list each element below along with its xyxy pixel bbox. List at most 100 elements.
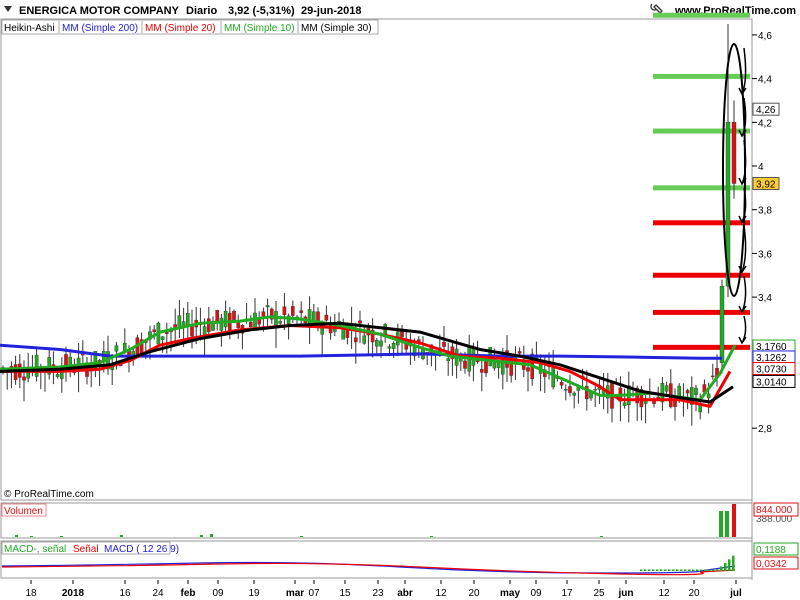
x-tick-label: 09 — [530, 588, 542, 599]
x-tick-label: 2018 — [62, 588, 85, 599]
x-tick-label: 16 — [119, 588, 131, 599]
y-tick-label: 4 — [758, 162, 764, 173]
candle-body — [564, 389, 568, 391]
band-line — [653, 220, 750, 226]
main-pane-frame — [0, 18, 753, 501]
company-name: ENERGICA MOTOR COMPANY — [19, 5, 180, 17]
volume-bar — [732, 504, 736, 537]
candle-body — [291, 306, 295, 316]
candle-body — [190, 326, 194, 337]
y-tick-label: 3,4 — [758, 293, 772, 304]
y-tick-label: 3,8 — [758, 206, 772, 217]
candle-body — [379, 340, 383, 347]
candle-body — [517, 351, 522, 354]
candle-body — [206, 318, 211, 333]
candle-body — [442, 341, 446, 347]
y-tick-label: 4,2 — [758, 118, 772, 129]
macd-bar — [700, 569, 703, 571]
quote-label: 3,92 (-5,31%) — [228, 5, 295, 17]
macd-bar — [664, 569, 667, 571]
volume-pane-frame — [0, 502, 753, 539]
macd-bar — [692, 569, 695, 571]
macd-bar — [716, 569, 719, 571]
volume-bar — [430, 536, 433, 537]
candle-body — [265, 305, 270, 308]
legend-mm10: MM (Simple 10) — [224, 23, 295, 34]
candle-body — [299, 310, 304, 313]
candle-body — [354, 337, 358, 343]
y-tick-label: 4,4 — [758, 75, 772, 86]
macd-bar — [684, 569, 687, 571]
price-tag-text: 3,0140 — [756, 377, 787, 388]
x-tick-label: 18 — [25, 588, 37, 599]
price-chart: ENERGICA MOTOR COMPANY Diario 3,92 (-5,3… — [0, 3, 799, 599]
x-tick-label: 20 — [688, 588, 700, 599]
volume-label: Volumen — [4, 506, 43, 517]
candle-body — [362, 335, 367, 344]
macd-value-1: 0,1188 — [756, 545, 786, 556]
x-tick-label: 19 — [248, 588, 260, 599]
candle-body — [694, 387, 698, 395]
candle-body — [22, 376, 26, 381]
price-labels: 4,263,923,17603,12623,07303,0140 — [752, 102, 796, 388]
candle-body — [480, 368, 484, 373]
candle-body — [568, 386, 572, 393]
volume-bar — [15, 535, 18, 537]
band-line — [653, 272, 750, 278]
macd-bar — [668, 569, 671, 571]
candle-body — [223, 311, 228, 328]
candle-body — [551, 367, 555, 388]
macd-params-label: MACD ( 12 26 9) — [104, 544, 179, 555]
candle-body — [282, 306, 287, 315]
x-tick-label: 23 — [372, 588, 384, 599]
candle-body — [400, 331, 404, 338]
volume-bar — [120, 535, 123, 537]
x-tick-label: feb — [181, 588, 196, 599]
candle-body — [253, 312, 257, 329]
band-line — [653, 73, 750, 79]
macd-bar — [680, 569, 683, 571]
candle-body — [160, 336, 165, 340]
volume-bar — [725, 511, 729, 537]
x-tick-label: 12 — [658, 588, 670, 599]
x-tick-label: 17 — [561, 588, 573, 599]
price-tag-text: 3,0730 — [756, 365, 787, 376]
candle-body — [572, 392, 576, 396]
copyright: © ProRealTime.com — [4, 489, 94, 500]
candle-body — [114, 345, 119, 352]
x-tick-label: 07 — [308, 588, 320, 599]
price-tag-text: 3,92 — [756, 179, 776, 190]
x-tick-label: 25 — [593, 588, 605, 599]
price-tag-text: 4,26 — [756, 105, 776, 116]
volume-last: 844.000 — [756, 505, 793, 516]
candle-body — [34, 354, 39, 377]
candle-body — [358, 320, 362, 324]
candle-body — [274, 311, 278, 327]
legend-mm200: MM (Simple 200) — [62, 23, 138, 34]
x-tick-label: jul — [729, 588, 742, 599]
candle-body — [387, 346, 392, 349]
x-tick-label: jun — [618, 588, 634, 599]
candle-body — [706, 393, 711, 399]
candle-body — [55, 374, 60, 377]
macd-bar — [704, 569, 707, 571]
candle-body — [219, 317, 224, 331]
volume-bar — [210, 534, 213, 537]
date-label: 29-jun-2018 — [301, 5, 362, 17]
macd-bar — [732, 555, 735, 571]
x-tick-label: abr — [397, 588, 413, 599]
candle-body — [593, 389, 597, 391]
macd-bar — [648, 569, 651, 571]
macd-bar — [688, 569, 691, 571]
legend-mm20: MM (Simple 20) — [145, 23, 216, 34]
candle-body — [248, 321, 253, 328]
macd-bar — [712, 569, 715, 571]
legend-mm30: MM (Simple 30) — [301, 23, 372, 34]
wrench-icon[interactable] — [650, 3, 663, 14]
volume-bar — [300, 536, 303, 537]
macd-bar — [652, 569, 655, 571]
candle-body — [731, 122, 737, 184]
band-line — [653, 12, 750, 18]
macd-bar — [728, 559, 731, 571]
collapse-arrow-icon[interactable] — [4, 6, 12, 12]
